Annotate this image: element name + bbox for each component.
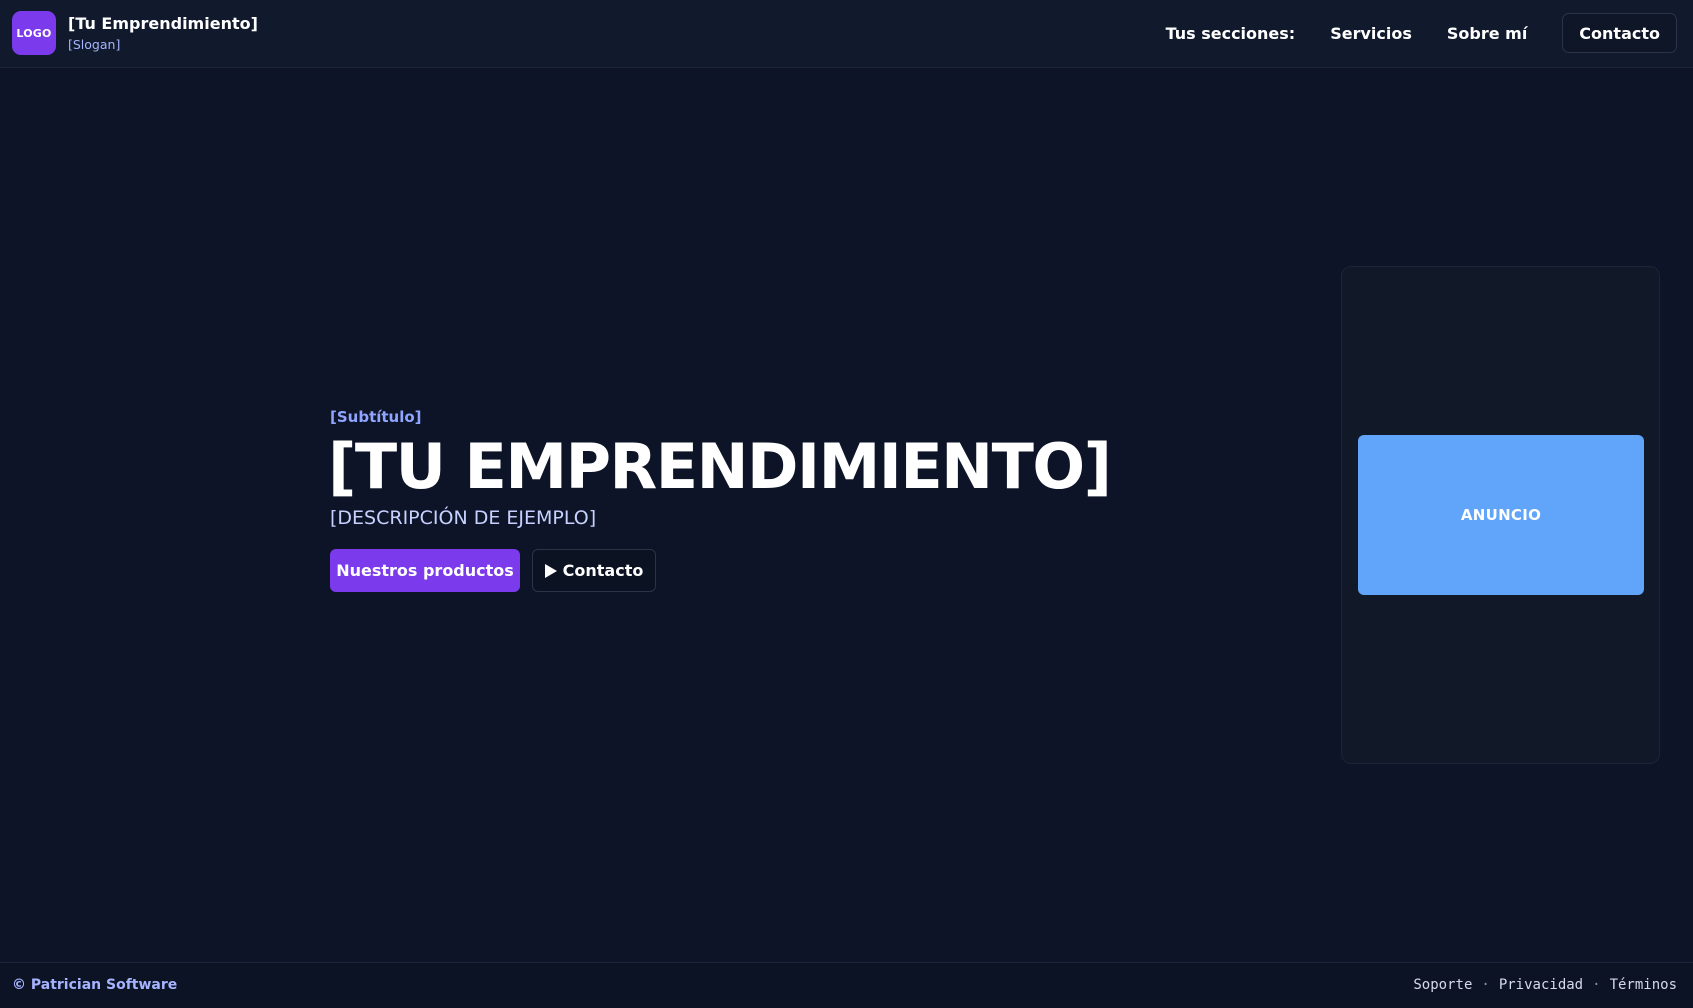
brand-name[interactable]: [Tu Emprendimiento] [68, 14, 258, 33]
nav-sections-label: Tus secciones: [1165, 23, 1296, 43]
hero-description: [DESCRIPCIÓN DE EJEMPLO] [330, 507, 597, 529]
footer-separator: · [1592, 977, 1601, 993]
top-navigation-bar: LOGO [Tu Emprendimiento] [Slogan] Tus se… [0, 0, 1693, 68]
footer-link-soporte[interactable]: Soporte [1413, 977, 1472, 993]
main-nav: Tus secciones: Servicios Sobre mí Contac… [1166, 12, 1677, 54]
nav-link-servicios[interactable]: Servicios [1330, 24, 1412, 43]
copyright-text: © Patrician Software [12, 977, 178, 993]
ad-label: ANUNCIO [1460, 506, 1542, 524]
nav-contact-button[interactable]: Contacto [1562, 13, 1677, 53]
logo[interactable]: LOGO [12, 11, 56, 55]
products-button[interactable]: Nuestros productos [330, 549, 520, 592]
products-button-label: Nuestros productos [336, 561, 514, 580]
play-icon [544, 563, 557, 578]
brand-slogan: [Slogan] [68, 37, 121, 52]
hero-contact-button[interactable]: Contacto [532, 549, 656, 592]
footer-links: Soporte · Privacidad · Términos [1413, 977, 1677, 993]
ad-banner[interactable]: ANUNCIO [1358, 435, 1644, 595]
footer-link-terminos[interactable]: Términos [1610, 977, 1677, 993]
hero-contact-label: Contacto [562, 561, 644, 580]
footer: © Patrician Software Soporte · Privacida… [0, 962, 1693, 1008]
footer-link-privacidad[interactable]: Privacidad [1499, 977, 1583, 993]
nav-link-sobre-mi[interactable]: Sobre mí [1447, 24, 1527, 43]
footer-separator: · [1481, 977, 1490, 993]
hero-subtitle: [Subtítulo] [330, 408, 422, 426]
hero-title: [TU EMPRENDIMIENTO] [328, 430, 1112, 503]
